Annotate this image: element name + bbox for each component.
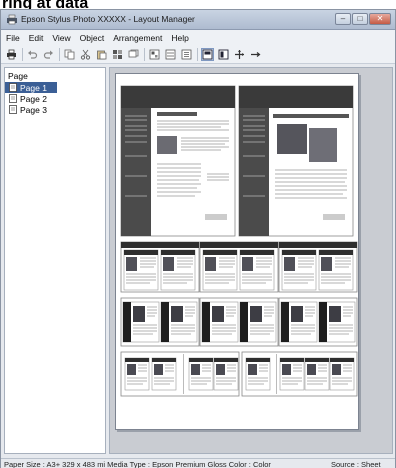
page-label: Page 3 [20,104,47,115]
align-button[interactable] [111,48,124,61]
layout-page-tiny-group[interactable] [241,351,358,397]
layout-page-small[interactable] [120,297,200,347]
page-label: Page 1 [20,82,47,93]
toolbar-separator [197,47,198,61]
page-view-icon [218,49,229,59]
add-page-icon [235,49,244,59]
layout-view-icon [202,49,213,59]
status-source: Source : Sheet [331,460,381,468]
page-panel: Page Page 1 Page 2 Page 3 [4,67,106,454]
undo-button[interactable] [26,48,39,61]
arrange-alt-button[interactable] [164,48,177,61]
page-panel-title: Page [8,71,28,81]
layout-page-tiny-group[interactable] [120,351,240,397]
delete-page-icon [251,51,261,57]
layout-page-small[interactable] [120,241,200,293]
page-list-item[interactable]: Page 3 [5,104,105,115]
add-page-button[interactable] [233,48,246,61]
toolbar-separator [59,47,60,61]
menu-object[interactable]: Object [80,33,105,43]
page-icon [9,105,17,114]
window-title: Epson Stylus Photo XXXXX - Layout Manage… [21,14,195,24]
print-icon [7,49,16,59]
title-bar[interactable]: Epson Stylus Photo XXXXX - Layout Manage… [1,10,395,30]
status-paper-info: Paper Size : A3+ 329 x 483 mi Media Type… [4,460,271,468]
copy-icon [64,49,75,59]
printer-app-icon [7,14,17,25]
page-icon [9,83,17,92]
paste-button[interactable] [95,48,108,61]
layout-page-small[interactable] [278,297,358,347]
page-list-item[interactable]: Page 1 [5,82,57,93]
menu-edit[interactable]: Edit [29,33,44,43]
menu-view[interactable]: View [52,33,70,43]
arrange-icon [149,49,160,59]
minimize-button[interactable]: – [335,13,351,25]
close-button[interactable]: ✕ [369,13,391,25]
page-view-button[interactable] [217,48,230,61]
window-controls: – □ ✕ [335,13,391,25]
layout-page-large[interactable] [238,85,354,237]
layout-page-large[interactable] [120,85,236,237]
redo-button[interactable] [42,48,55,61]
paste-icon [97,50,107,59]
arrange-alt-icon [165,49,176,59]
delete-page-button[interactable] [249,48,262,61]
menu-file[interactable]: File [6,33,20,43]
print-button[interactable] [5,48,18,61]
copy-button[interactable] [63,48,76,61]
toolbar [1,45,395,64]
cut-icon [80,49,91,60]
cut-button[interactable] [79,48,92,61]
layout-canvas[interactable] [109,67,393,454]
align-icon [113,49,122,59]
undo-icon [28,50,38,59]
page-list-item[interactable]: Page 2 [5,93,105,104]
sheet-layout [120,85,358,397]
layout-page-small[interactable] [278,241,358,293]
redo-icon [43,50,53,59]
layout-page-small[interactable] [199,241,279,293]
paper-sheet [115,73,359,430]
properties-button[interactable] [180,48,193,61]
menu-bar: File Edit View Object Arrangement Help [1,30,395,45]
toolbar-separator [22,47,23,61]
arrange-button[interactable] [148,48,161,61]
maximize-button[interactable]: □ [352,13,368,25]
layout-manager-window: Epson Stylus Photo XXXXX - Layout Manage… [0,9,396,468]
page-label: Page 2 [20,93,47,104]
properties-icon [181,49,192,59]
toolbar-separator [144,47,145,61]
menu-help[interactable]: Help [171,33,188,43]
status-bar: Paper Size : A3+ 329 x 483 mi Media Type… [1,458,395,468]
duplicate-icon [128,49,139,57]
page-icon [9,94,17,103]
layout-view-button[interactable] [201,47,214,61]
layout-page-small[interactable] [199,297,279,347]
duplicate-button[interactable] [127,48,140,61]
menu-arrangement[interactable]: Arrangement [113,33,162,43]
